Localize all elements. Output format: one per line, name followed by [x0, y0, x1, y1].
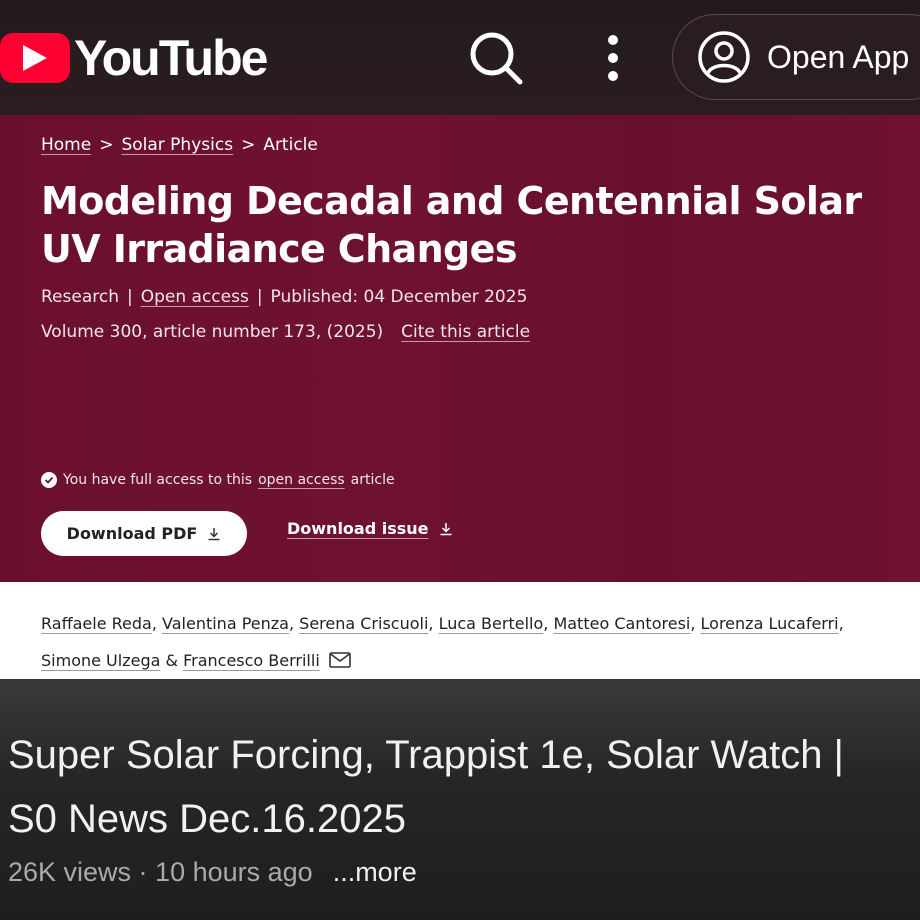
article-header: Home > Solar Physics > Article Modeling … — [0, 115, 920, 582]
meta-separator: | — [256, 287, 263, 307]
top-app-bar: YouTube Open App — [0, 0, 920, 115]
download-issue-label: Download issue — [287, 519, 429, 538]
breadcrumb-solar-physics[interactable]: Solar Physics — [121, 135, 233, 155]
breadcrumb: Home > Solar Physics > Article — [41, 135, 318, 155]
open-access-note-link[interactable]: open access — [258, 472, 345, 488]
kebab-menu-icon — [608, 35, 618, 81]
article-title: Modeling Decadal and Centennial Solar UV… — [41, 179, 862, 271]
author-link[interactable]: Simone Ulzega — [41, 651, 160, 670]
search-icon — [470, 32, 523, 85]
published-date: Published: 04 December 2025 — [270, 287, 528, 307]
more-description-button[interactable]: ...more — [333, 857, 417, 888]
article-meta: Research | Open access | Published: 04 D… — [41, 287, 527, 307]
author-separator: , — [428, 614, 434, 633]
author-separator: , — [288, 614, 295, 633]
download-issue-link[interactable]: Download issue — [287, 519, 453, 538]
video-title[interactable]: Super Solar Forcing, Trappist 1e, Solar … — [8, 723, 920, 851]
author-link[interactable]: Raffaele Reda — [41, 614, 152, 633]
author-link[interactable]: Serena Criscuoli — [299, 614, 428, 633]
download-icon — [440, 522, 452, 535]
authors-line-2: Simone Ulzega & Francesco Berrilli — [41, 651, 351, 670]
volume-info: Volume 300, article number 173, (2025) — [41, 322, 384, 342]
authors-list: Raffaele Reda, Valentina Penza, Serena C… — [0, 582, 920, 679]
meta-separator: | — [126, 287, 133, 307]
author-separator: , — [151, 614, 157, 633]
youtube-logo[interactable]: YouTube — [0, 30, 268, 86]
open-app-button[interactable]: Open App — [672, 14, 920, 100]
access-note-text: You have full access to this — [63, 472, 253, 488]
download-pdf-button[interactable]: Download PDF — [41, 511, 247, 556]
cite-article-link[interactable]: Cite this article — [401, 322, 530, 342]
download-icon — [208, 527, 220, 540]
authors-line-1: Raffaele Reda, Valentina Penza, Serena C… — [41, 614, 844, 633]
article-type: Research — [41, 287, 119, 307]
author-link[interactable]: Valentina Penza — [162, 614, 289, 633]
youtube-play-icon — [0, 33, 70, 83]
access-note-suffix: article — [350, 472, 395, 488]
breadcrumb-home[interactable]: Home — [41, 135, 91, 155]
more-options-button[interactable] — [596, 32, 630, 84]
access-note: You have full access to this open access… — [41, 472, 395, 488]
author-link[interactable]: Matteo Cantoresi — [553, 614, 690, 633]
breadcrumb-current: Article — [263, 135, 318, 155]
author-link[interactable]: Luca Bertello — [439, 614, 544, 633]
checkmark-icon — [41, 472, 57, 488]
author-separator: , — [690, 614, 696, 633]
author-separator: , — [838, 614, 844, 633]
breadcrumb-separator: > — [241, 135, 256, 155]
account-icon — [698, 31, 750, 83]
open-app-label: Open App — [767, 38, 910, 75]
video-views-and-age: 26K views · 10 hours ago — [8, 857, 313, 887]
mail-icon[interactable] — [329, 652, 351, 668]
video-meta: 26K views · 10 hours ago ...more — [8, 857, 417, 888]
author-link[interactable]: Lorenza Lucaferri — [701, 614, 839, 633]
author-link[interactable]: Francesco Berrilli — [183, 651, 320, 670]
youtube-wordmark: YouTube — [74, 30, 268, 86]
download-pdf-label: Download PDF — [66, 524, 198, 543]
author-separator: & — [165, 651, 178, 670]
video-info-panel: Super Solar Forcing, Trappist 1e, Solar … — [0, 679, 920, 920]
video-title-line-2: S0 News Dec.16.2025 — [8, 797, 407, 841]
article-volume-row: Volume 300, article number 173, (2025) C… — [41, 322, 530, 342]
breadcrumb-separator: > — [99, 135, 114, 155]
video-title-line-1: Super Solar Forcing, Trappist 1e, Solar … — [8, 733, 844, 777]
author-separator: , — [543, 614, 549, 633]
search-button[interactable] — [468, 30, 524, 86]
open-access-link[interactable]: Open access — [141, 287, 249, 307]
